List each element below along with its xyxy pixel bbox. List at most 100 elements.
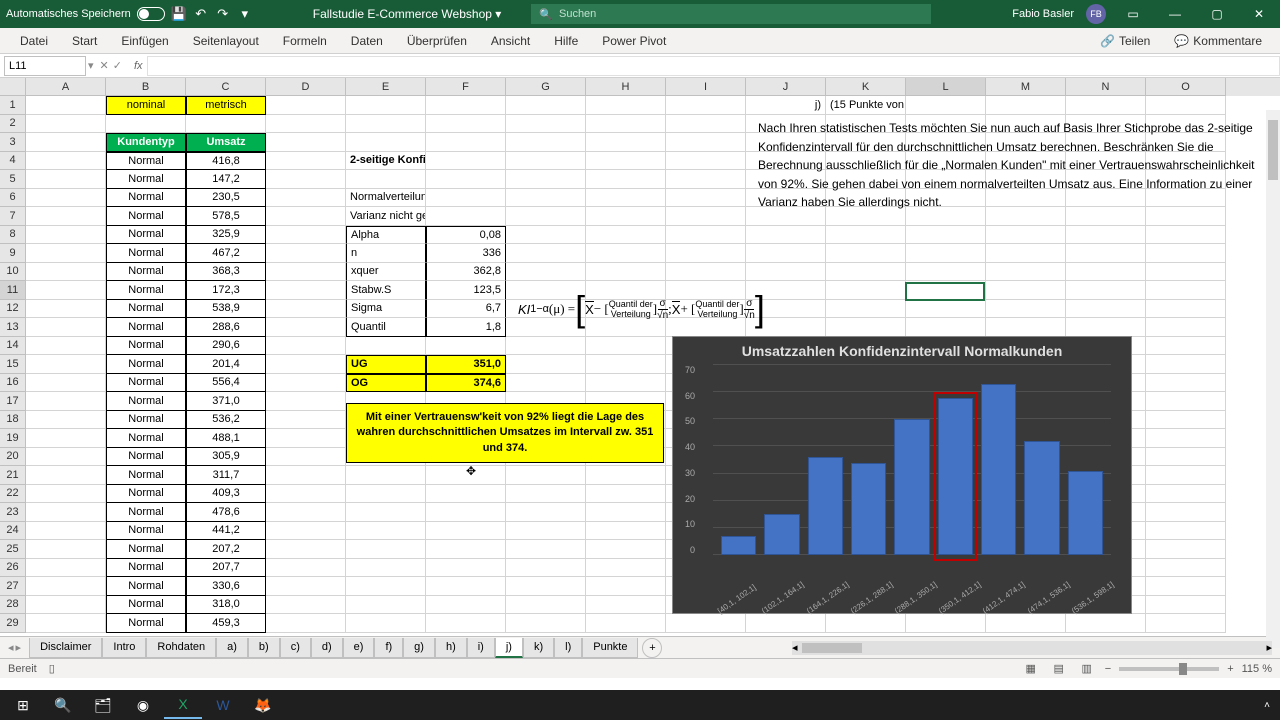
sheet-tab-i[interactable]: i)	[467, 638, 495, 658]
cell-H9[interactable]	[586, 244, 666, 263]
cell-B6[interactable]: Normal	[106, 189, 186, 208]
cell-H5[interactable]	[586, 170, 666, 189]
cell-A20[interactable]	[26, 448, 106, 467]
cell-G3[interactable]	[506, 133, 586, 152]
sheet-tab-c[interactable]: c)	[280, 638, 311, 658]
cell-B24[interactable]: Normal	[106, 522, 186, 541]
row-header-28[interactable]: 28	[0, 596, 26, 615]
cell-H27[interactable]	[586, 577, 666, 596]
sheet-tab-h[interactable]: h)	[435, 638, 467, 658]
cell-A28[interactable]	[26, 596, 106, 615]
cell-A17[interactable]	[26, 392, 106, 411]
cell-F24[interactable]	[426, 522, 506, 541]
row-header-29[interactable]: 29	[0, 614, 26, 633]
cell-M12[interactable]	[986, 300, 1066, 319]
cell-C29[interactable]: 459,3	[186, 614, 266, 633]
cell-D15[interactable]	[266, 355, 346, 374]
cell-A29[interactable]	[26, 614, 106, 633]
cell-H6[interactable]	[586, 189, 666, 208]
cell-A23[interactable]	[26, 503, 106, 522]
cell-D29[interactable]	[266, 614, 346, 633]
chart[interactable]: Umsatzzahlen Konfidenzintervall Normalku…	[672, 336, 1132, 614]
name-box-dropdown-icon[interactable]: ▾	[88, 59, 94, 72]
column-header-C[interactable]: C	[186, 78, 266, 96]
cell-D13[interactable]	[266, 318, 346, 337]
cell-D20[interactable]	[266, 448, 346, 467]
view-pagebreak-icon[interactable]: ▥	[1077, 661, 1097, 677]
sheet-nav-prev-icon[interactable]: ◂	[8, 641, 14, 654]
cell-G1[interactable]	[506, 96, 586, 115]
row-header-7[interactable]: 7	[0, 207, 26, 226]
cell-F9[interactable]: 336	[426, 244, 506, 263]
cell-D27[interactable]	[266, 577, 346, 596]
cell-C26[interactable]: 207,7	[186, 559, 266, 578]
cell-E26[interactable]	[346, 559, 426, 578]
ribbon-tab-formeln[interactable]: Formeln	[271, 28, 339, 54]
maximize-button[interactable]: ▢	[1202, 0, 1232, 28]
cell-D21[interactable]	[266, 466, 346, 485]
cell-F27[interactable]	[426, 577, 506, 596]
cell-B11[interactable]: Normal	[106, 281, 186, 300]
row-header-5[interactable]: 5	[0, 170, 26, 189]
save-icon[interactable]: 💾	[171, 6, 187, 22]
cell-G15[interactable]	[506, 355, 586, 374]
cell-A4[interactable]	[26, 152, 106, 171]
cell-C3[interactable]: Umsatz	[186, 133, 266, 152]
cell-L8[interactable]	[906, 226, 986, 245]
cell-K1[interactable]: (15 Punkte von 100 Punkten)	[826, 96, 906, 115]
ribbon-tab-datei[interactable]: Datei	[8, 28, 60, 54]
cell-O17[interactable]	[1146, 392, 1226, 411]
cell-L1[interactable]	[906, 96, 986, 115]
cell-F4[interactable]	[426, 152, 506, 171]
zoom-in-button[interactable]: +	[1227, 663, 1233, 675]
cell-K29[interactable]	[826, 614, 906, 633]
cell-H25[interactable]	[586, 540, 666, 559]
cell-D23[interactable]	[266, 503, 346, 522]
row-header-4[interactable]: 4	[0, 152, 26, 171]
cell-E3[interactable]	[346, 133, 426, 152]
cell-G27[interactable]	[506, 577, 586, 596]
cell-N9[interactable]	[1066, 244, 1146, 263]
row-header-12[interactable]: 12	[0, 300, 26, 319]
vertical-scrollbar[interactable]	[1266, 110, 1280, 648]
cell-C2[interactable]	[186, 115, 266, 134]
cell-C7[interactable]: 578,5	[186, 207, 266, 226]
cell-J29[interactable]	[746, 614, 826, 633]
document-title[interactable]: Fallstudie E-Commerce Webshop ▾	[313, 7, 502, 21]
cell-O27[interactable]	[1146, 577, 1226, 596]
cell-H14[interactable]	[586, 337, 666, 356]
cell-E27[interactable]	[346, 577, 426, 596]
row-header-27[interactable]: 27	[0, 577, 26, 596]
cell-B25[interactable]: Normal	[106, 540, 186, 559]
cell-H28[interactable]	[586, 596, 666, 615]
cell-F26[interactable]	[426, 559, 506, 578]
cell-G28[interactable]	[506, 596, 586, 615]
cell-D8[interactable]	[266, 226, 346, 245]
cell-A6[interactable]	[26, 189, 106, 208]
cell-A3[interactable]	[26, 133, 106, 152]
cell-A27[interactable]	[26, 577, 106, 596]
cell-C20[interactable]: 305,9	[186, 448, 266, 467]
row-header-1[interactable]: 1	[0, 96, 26, 115]
cell-B19[interactable]: Normal	[106, 429, 186, 448]
cell-E15[interactable]: UG	[346, 355, 426, 374]
cell-I6[interactable]	[666, 189, 746, 208]
cell-A14[interactable]	[26, 337, 106, 356]
cell-C5[interactable]: 147,2	[186, 170, 266, 189]
column-header-F[interactable]: F	[426, 78, 506, 96]
cell-F12[interactable]: 6,7	[426, 300, 506, 319]
column-header-L[interactable]: L	[906, 78, 986, 96]
cell-F10[interactable]: 362,8	[426, 263, 506, 282]
cell-B29[interactable]: Normal	[106, 614, 186, 633]
cell-A24[interactable]	[26, 522, 106, 541]
row-header-6[interactable]: 6	[0, 189, 26, 208]
cell-F8[interactable]: 0,08	[426, 226, 506, 245]
cell-L29[interactable]	[906, 614, 986, 633]
cell-I1[interactable]	[666, 96, 746, 115]
cell-K10[interactable]	[826, 263, 906, 282]
undo-icon[interactable]: ↶	[193, 6, 209, 22]
cell-G2[interactable]	[506, 115, 586, 134]
cell-B26[interactable]: Normal	[106, 559, 186, 578]
cell-B10[interactable]: Normal	[106, 263, 186, 282]
zoom-slider[interactable]	[1119, 667, 1219, 671]
